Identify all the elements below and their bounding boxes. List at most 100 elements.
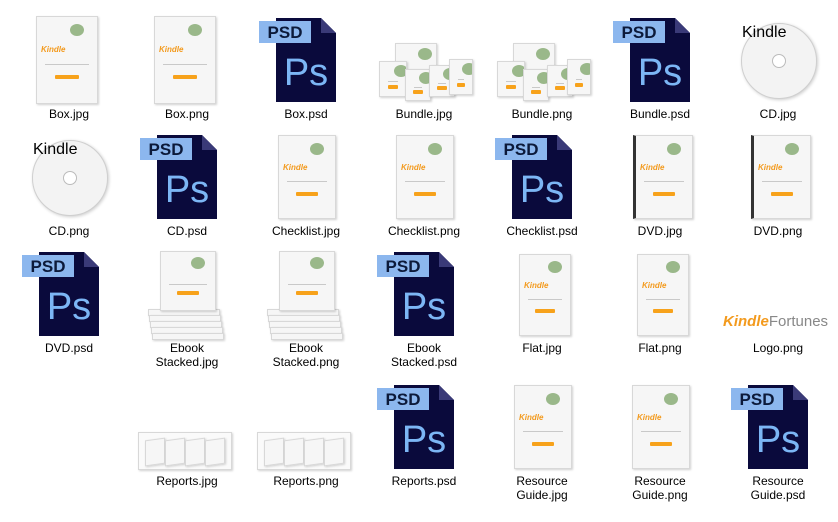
bundle-mockup-thumbnail [483, 13, 601, 106]
photoshop-psd-file-icon: PSD Ps [10, 247, 128, 340]
photoshop-psd-file-icon: PSD Ps [731, 385, 808, 469]
file-item[interactable]: PSD Ps Reports.psd [365, 380, 483, 497]
file-name-label: Flat.png [638, 341, 682, 355]
file-item[interactable]: Bundle.png [483, 13, 601, 130]
photoshop-psd-file-icon: PSD Ps [128, 130, 246, 223]
photoshop-psd-file-icon: PSD Ps [247, 13, 365, 106]
file-name-label: Reports.png [273, 474, 339, 488]
file-item[interactable]: Kindle DVD.jpg [601, 130, 719, 247]
file-item[interactable]: Ebook Stacked.jpg [128, 247, 246, 369]
photoshop-psd-file-icon: PSD Ps [377, 252, 454, 336]
photoshop-psd-file-icon: PSD Ps [365, 380, 483, 473]
file-name-label: Box.psd [284, 107, 328, 121]
photoshop-psd-file-icon: PSD Ps [22, 252, 99, 336]
file-name-label: Reports.psd [391, 474, 457, 488]
cover-brand-text: Kindle [524, 281, 549, 291]
photoshop-psd-file-icon: PSD Ps [377, 385, 454, 469]
photoshop-psd-file-icon: PSD Ps [495, 135, 572, 219]
file-item[interactable]: PSD Ps Resource Guide.psd [719, 380, 837, 502]
file-name-label: Bundle.psd [629, 107, 691, 121]
file-name-label: Resource Guide.png [632, 474, 688, 502]
photoshop-ps-mark: Ps [47, 286, 91, 328]
book-mockup-thumbnail: Kindle [601, 380, 719, 473]
photoshop-psd-file-icon: PSD Ps [613, 18, 690, 102]
file-name-label: Ebook Stacked.png [272, 341, 340, 369]
file-item[interactable]: PSD Ps Checklist.psd [483, 130, 601, 247]
cd-mockup-thumbnail: Kindle [10, 130, 128, 223]
file-name-label: CD.jpg [759, 107, 797, 121]
file-item[interactable]: PSD Ps CD.psd [128, 130, 246, 247]
cd-brand-text: Kindle [33, 141, 78, 158]
file-name-label: Checklist.jpg [271, 224, 341, 238]
photoshop-ps-mark: Ps [520, 169, 564, 211]
book-mockup-thumbnail: Kindle [483, 380, 601, 473]
file-item[interactable]: Kindle CD.png [10, 130, 128, 247]
psd-badge-text: PSD [740, 390, 775, 409]
reports-mockup-thumbnail [128, 380, 246, 473]
photoshop-ps-mark: Ps [402, 419, 446, 461]
cover-brand-text: Kindle [283, 163, 308, 173]
file-name-label: Reports.jpg [156, 474, 218, 488]
psd-badge-text: PSD [504, 140, 539, 159]
logo-thumbnail: KindleFortunes [719, 247, 837, 340]
file-item[interactable]: Kindle Resource Guide.png [601, 380, 719, 502]
file-item[interactable]: PSD Ps Ebook Stacked.psd [365, 247, 483, 369]
file-name-label: Bundle.png [511, 107, 573, 121]
file-name-label: Ebook Stacked.jpg [155, 341, 219, 369]
file-item[interactable]: Bundle.jpg [365, 13, 483, 130]
photoshop-ps-mark: Ps [284, 52, 328, 94]
photoshop-psd-file-icon: PSD Ps [365, 247, 483, 340]
file-name-label: Box.jpg [48, 107, 90, 121]
dvd-case-mockup-thumbnail: Kindle [601, 130, 719, 223]
file-name-label: DVD.png [753, 224, 803, 238]
cover-brand-text: Kindle [637, 413, 662, 423]
file-name-label: Resource Guide.jpg [516, 474, 568, 502]
cover-brand-text: Kindle [642, 281, 667, 291]
file-grid-view: Kindle Box.jpg Kindle Box.png PSD Ps Box.psd Bu… [0, 0, 838, 522]
bundle-mockup-thumbnail [365, 13, 483, 106]
file-item[interactable]: PSD Ps Box.psd [247, 13, 365, 130]
file-item[interactable]: Kindle DVD.png [719, 130, 837, 247]
file-item[interactable]: Kindle Resource Guide.jpg [483, 380, 601, 502]
file-item[interactable]: PSD Ps Bundle.psd [601, 13, 719, 130]
psd-badge-text: PSD [31, 257, 66, 276]
file-item[interactable]: Kindle Flat.png [601, 247, 719, 364]
cover-brand-text: Kindle [758, 163, 783, 173]
flat-cover-thumbnail: Kindle [601, 247, 719, 340]
reports-mockup-thumbnail [247, 380, 365, 473]
file-item[interactable]: Reports.jpg [128, 380, 246, 497]
file-item[interactable]: Reports.png [247, 380, 365, 497]
photoshop-psd-file-icon: PSD Ps [719, 380, 837, 473]
box-mockup-thumbnail: Kindle [10, 13, 128, 106]
file-name-label: DVD.jpg [637, 224, 683, 238]
file-item[interactable]: Kindle CD.jpg [719, 13, 837, 130]
psd-badge-text: PSD [622, 23, 657, 42]
file-item[interactable]: Kindle Checklist.png [365, 130, 483, 247]
box-mockup-thumbnail: Kindle [128, 13, 246, 106]
photoshop-ps-mark: Ps [402, 286, 446, 328]
file-name-label: Logo.png [752, 341, 804, 355]
file-name-label: Flat.jpg [522, 341, 562, 355]
book-mockup-thumbnail: Kindle [365, 130, 483, 223]
photoshop-psd-file-icon: PSD Ps [601, 13, 719, 106]
file-item[interactable]: Ebook Stacked.png [247, 247, 365, 369]
cover-brand-text: Kindle [640, 163, 665, 173]
dvd-case-mockup-thumbnail: Kindle [719, 130, 837, 223]
file-item[interactable]: Kindle Box.png [128, 13, 246, 130]
file-name-label: Checklist.psd [506, 224, 578, 238]
file-name-label: Box.png [164, 107, 210, 121]
file-name-label: CD.png [48, 224, 90, 238]
cover-brand-text: Kindle [519, 413, 544, 423]
cover-brand-text: Kindle [159, 45, 184, 55]
psd-badge-text: PSD [268, 23, 303, 42]
psd-badge-text: PSD [386, 257, 421, 276]
file-item[interactable]: KindleFortunes Logo.png [719, 247, 837, 364]
photoshop-ps-mark: Ps [638, 52, 682, 94]
cover-brand-text: Kindle [401, 163, 426, 173]
file-item[interactable]: Kindle Checklist.jpg [247, 130, 365, 247]
psd-badge-text: PSD [149, 140, 184, 159]
file-item[interactable]: Kindle Flat.jpg [483, 247, 601, 364]
file-item[interactable]: Kindle Box.jpg [10, 13, 128, 130]
file-name-label: Bundle.jpg [395, 107, 453, 121]
file-item[interactable]: PSD Ps DVD.psd [10, 247, 128, 364]
